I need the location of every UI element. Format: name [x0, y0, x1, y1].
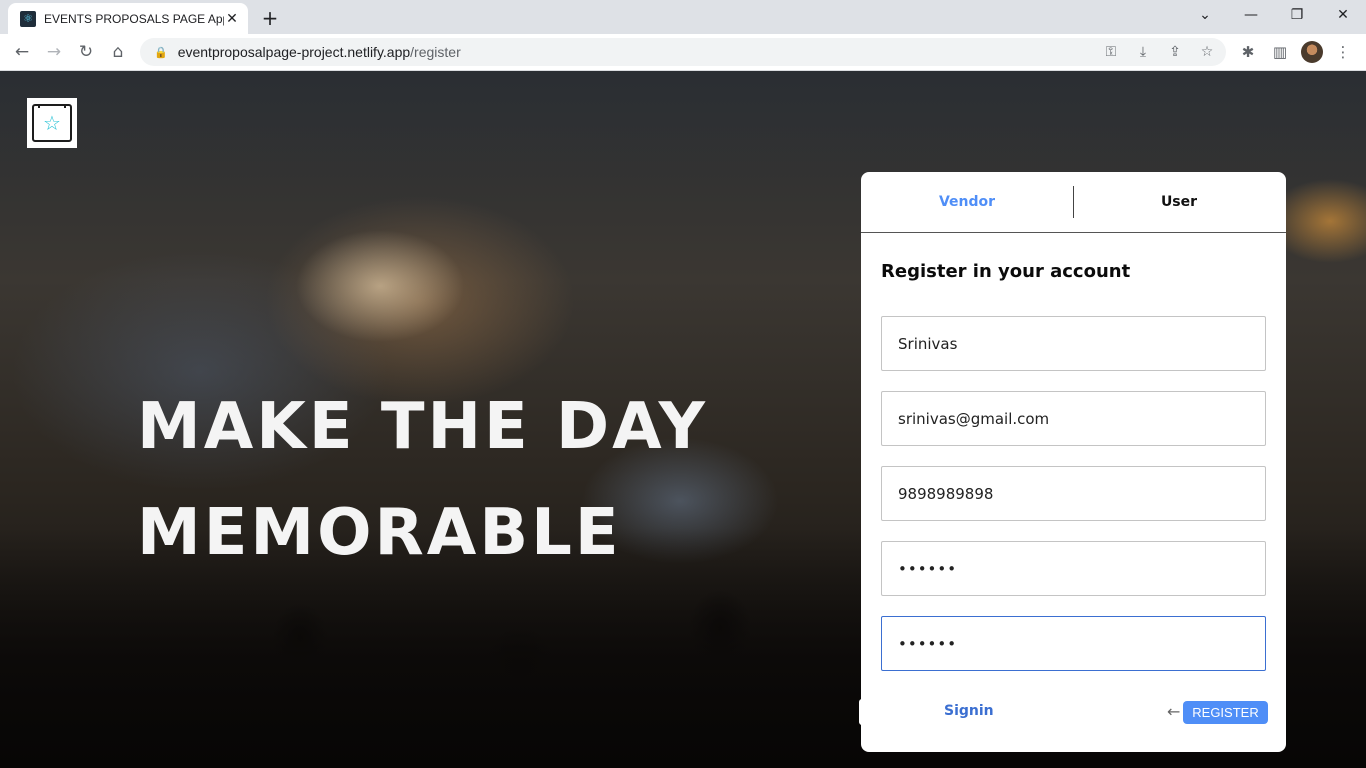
close-window-button[interactable]: ✕ — [1320, 0, 1366, 30]
browser-tab[interactable]: ⚛ EVENTS PROPOSALS PAGE App ✕ — [8, 3, 248, 34]
register-button[interactable]: REGISTER — [1183, 701, 1268, 724]
install-app-icon[interactable]: ⤓ — [1134, 44, 1152, 60]
reload-icon[interactable]: ↻ — [71, 37, 101, 67]
app-logo[interactable]: ☆ — [27, 98, 77, 148]
tab-title: EVENTS PROPOSALS PAGE App — [44, 11, 224, 26]
hero-heading: MAKE THE DAY MEMORABLE — [137, 374, 708, 586]
profile-avatar[interactable] — [1301, 41, 1323, 63]
form-title: Register in your account — [881, 261, 1131, 282]
calendar-icon: ☆ — [32, 104, 72, 142]
url-path: /register — [410, 44, 461, 60]
restore-button[interactable]: ❐ — [1274, 0, 1320, 30]
extensions-icon[interactable]: ✱ — [1238, 43, 1258, 61]
browser-menu-icon[interactable]: ⋮ — [1333, 43, 1353, 61]
account-type-tabs: Vendor User — [861, 172, 1286, 233]
side-panel-icon[interactable]: ▥ — [1270, 43, 1290, 61]
minimize-button[interactable]: — — [1228, 0, 1274, 30]
star-icon: ☆ — [43, 111, 61, 135]
name-field[interactable] — [881, 316, 1266, 371]
home-icon[interactable]: ⌂ — [103, 37, 133, 67]
hero-line-1: MAKE THE DAY — [137, 390, 708, 464]
page-background: ☆ MAKE THE DAY MEMORABLE Vendor User Reg… — [0, 71, 1366, 768]
password-field[interactable] — [881, 541, 1266, 596]
browser-tab-bar: ⚛ EVENTS PROPOSALS PAGE App ✕ + ⌄ — ❐ ✕ — [0, 0, 1366, 34]
address-bar[interactable]: 🔒 eventproposalpage-project.netlify.app /… — [140, 38, 1226, 66]
confirm-password-field[interactable] — [881, 616, 1266, 671]
bookmark-star-icon[interactable]: ☆ — [1198, 44, 1216, 60]
hero-line-2: MEMORABLE — [137, 496, 622, 570]
arrow-left-icon: ← — [1167, 702, 1181, 721]
new-tab-button[interactable]: + — [256, 4, 284, 32]
url-host: eventproposalpage-project.netlify.app — [177, 44, 411, 60]
share-icon[interactable]: ⇪ — [1166, 44, 1184, 60]
back-icon[interactable]: ← — [7, 37, 37, 67]
lock-icon[interactable]: 🔒 — [154, 46, 168, 59]
register-card: Vendor User Register in your account Sig… — [861, 172, 1286, 752]
signin-link[interactable]: Signin — [944, 703, 994, 719]
key-icon[interactable]: ⚿ — [1102, 44, 1120, 60]
forward-icon[interactable]: → — [39, 37, 69, 67]
email-field[interactable] — [881, 391, 1266, 446]
react-favicon-icon: ⚛ — [20, 10, 36, 27]
close-tab-icon[interactable]: ✕ — [224, 11, 240, 27]
browser-toolbar: ← → ↻ ⌂ 🔒 eventproposalpage-project.netl… — [0, 34, 1366, 71]
tab-user[interactable]: User — [1073, 172, 1285, 232]
tab-search-chevron-icon[interactable]: ⌄ — [1182, 0, 1228, 30]
phone-field[interactable] — [881, 466, 1266, 521]
tab-vendor[interactable]: Vendor — [861, 172, 1073, 232]
